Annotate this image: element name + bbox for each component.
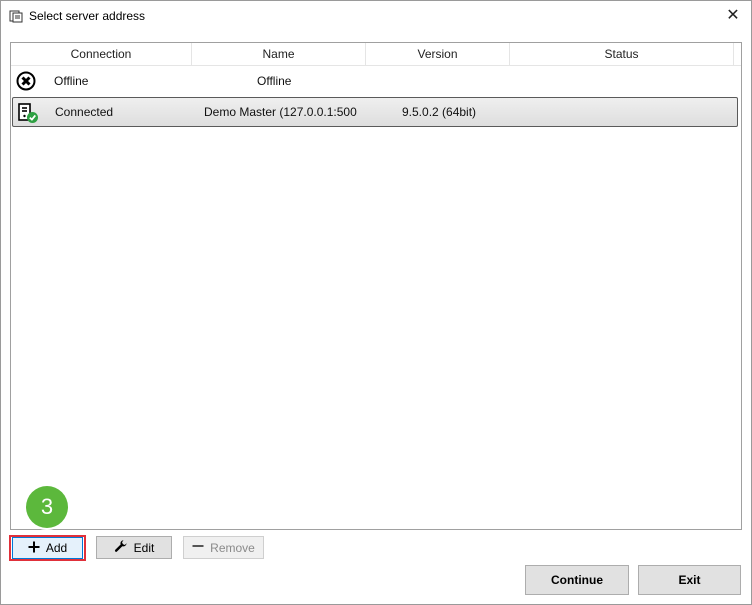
table-row[interactable]: Offline Offline xyxy=(11,66,741,96)
close-icon: ✕ xyxy=(726,7,740,24)
close-button[interactable]: ✕ xyxy=(721,3,745,27)
plus-icon xyxy=(28,541,40,556)
column-header-status[interactable]: Status xyxy=(510,43,734,65)
edit-button[interactable]: Edit xyxy=(96,536,172,559)
cell-name: Offline xyxy=(257,74,292,88)
app-window-icon xyxy=(9,9,23,23)
remove-button[interactable]: Remove xyxy=(183,536,264,559)
wrench-icon xyxy=(114,539,128,556)
column-header-version[interactable]: Version xyxy=(366,43,510,65)
continue-button[interactable]: Continue xyxy=(525,565,629,595)
cell-version: 9.5.0.2 (64bit) xyxy=(402,105,477,119)
remove-button-label: Remove xyxy=(210,540,255,555)
table-row-selected[interactable]: Connected Demo Master (127.0.0.1:500 9.5… xyxy=(12,97,738,127)
edit-button-label: Edit xyxy=(133,540,155,555)
cell-name: Demo Master (127.0.0.1:500 xyxy=(204,105,357,119)
table-header: Connection Name Version Status xyxy=(11,43,741,66)
cell-connection: Offline xyxy=(54,74,89,88)
exit-button-label: Exit xyxy=(678,573,701,587)
column-header-name[interactable]: Name xyxy=(192,43,366,65)
add-button-label: Add xyxy=(45,541,68,555)
exit-button[interactable]: Exit xyxy=(638,565,741,595)
select-server-dialog: Select server address ✕ Connection Name … xyxy=(0,0,752,605)
server-list[interactable]: Connection Name Version Status Offline O… xyxy=(10,42,742,530)
column-header-connection[interactable]: Connection xyxy=(11,43,192,65)
step-number-badge: 3 xyxy=(26,486,68,528)
window-title: Select server address xyxy=(29,9,146,23)
offline-x-icon xyxy=(16,71,36,91)
minus-icon xyxy=(192,540,204,555)
server-connected-icon xyxy=(17,102,38,123)
cell-connection: Connected xyxy=(55,105,114,119)
title-bar: Select server address ✕ xyxy=(1,1,751,31)
continue-button-label: Continue xyxy=(551,573,603,587)
add-button[interactable]: Add xyxy=(12,537,83,559)
